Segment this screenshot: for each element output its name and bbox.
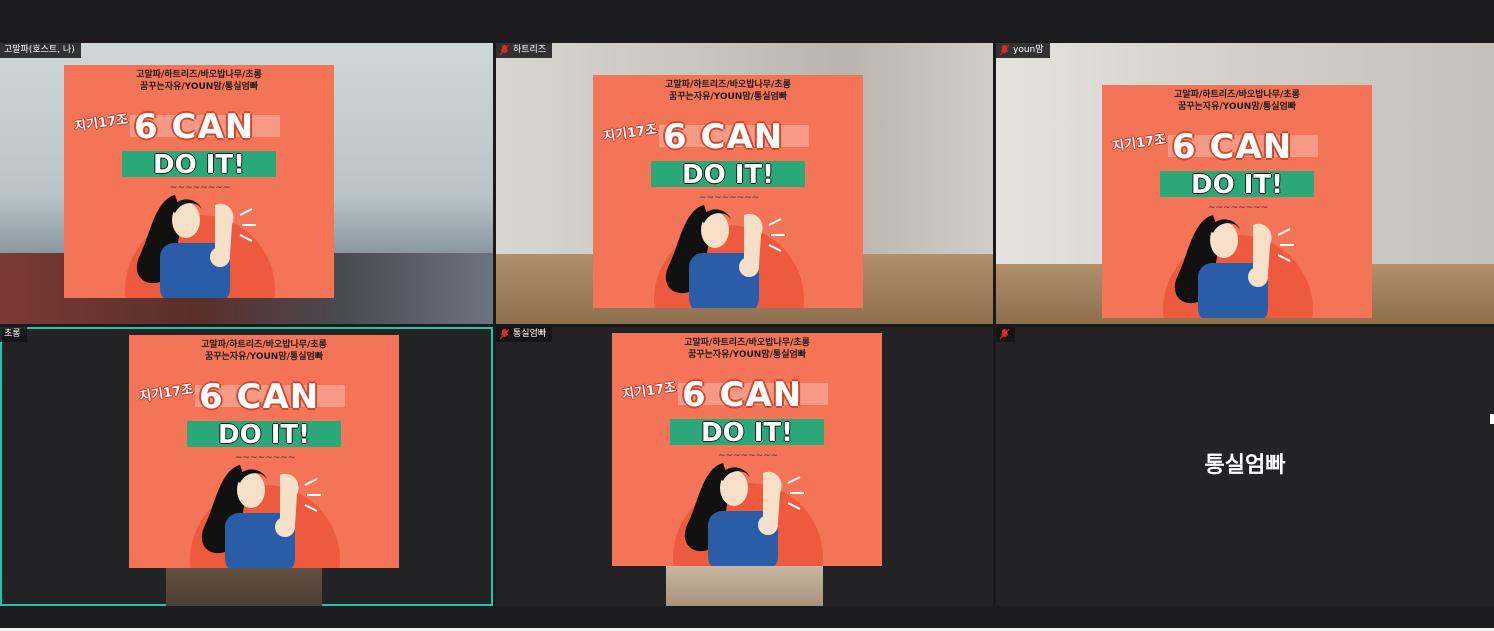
poster-header: 고말파/하트리즈/바오밥나무/초롱 꿈꾸는자유/YOUN맘/통실엄빠 xyxy=(665,80,791,102)
poster-title-doit: DO IT! xyxy=(670,419,824,447)
participant-tile[interactable]: 고말파(호스트, 나) 고말파/하트리즈/바오밥나무/초롱 꿈꾸는자유/YOUN맘… xyxy=(0,43,493,324)
poster-title-doit: DO IT! xyxy=(122,151,276,179)
participant-display-name: 통실엄빠 xyxy=(1204,453,1286,478)
poster-image: 고말파/하트리즈/바오밥나무/초롱 꿈꾸는자유/YOUN맘/통실엄빠 지기17조 … xyxy=(64,65,334,298)
participant-tile[interactable]: youn맘 고말파/하트리즈/바오밥나무/초롱 꿈꾸는자유/YOUN맘/통실엄빠 … xyxy=(996,43,1494,324)
participant-tile[interactable]: 통실엄빠 고말파/하트리즈/바오밥나무/초롱 꿈꾸는자유/YOUN맘/통실엄빠 지… xyxy=(496,327,993,606)
mic-muted-icon xyxy=(500,45,509,56)
poster-group: 지기17조 xyxy=(138,382,195,405)
woman-illustration xyxy=(190,465,340,568)
poster-squiggle: ~~~~~~~~ xyxy=(699,193,760,203)
poster-title-doit: DO IT! xyxy=(651,161,805,189)
poster-squiggle: ~~~~~~~~ xyxy=(170,183,231,193)
poster-squiggle: ~~~~~~~~ xyxy=(718,451,779,461)
poster-header: 고말파/하트리즈/바오밥나무/초롱 꿈꾸는자유/YOUN맘/통실엄빠 xyxy=(136,70,262,92)
participant-tile[interactable]: 하트리즈 고말파/하트리즈/바오밥나무/초롱 꿈꾸는자유/YOUN맘/통실엄빠 지… xyxy=(496,43,993,324)
participant-name: youn맘 xyxy=(1013,45,1044,55)
participant-video xyxy=(666,562,823,606)
poster-squiggle: ~~~~~~~~ xyxy=(235,453,296,463)
mic-muted-icon xyxy=(1000,329,1009,340)
poster-title-can: 6 CAN xyxy=(682,375,803,415)
poster-group: 지기17조 xyxy=(73,112,130,135)
poster-image: 고말파/하트리즈/바오밥나무/초롱 꿈꾸는자유/YOUN맘/통실엄빠 지기17조 … xyxy=(1102,85,1372,318)
participant-tile[interactable]: 통실엄빠 xyxy=(996,327,1494,606)
participant-name-tag: 통실엄빠 xyxy=(496,327,553,342)
participant-name-tag xyxy=(996,327,1015,342)
participant-name-tag: 하트리즈 xyxy=(496,43,553,58)
mic-muted-icon xyxy=(1000,45,1009,56)
poster-header: 고말파/하트리즈/바오밥나무/초롱 꿈꾸는자유/YOUN맘/통실엄빠 xyxy=(201,340,327,362)
woman-illustration xyxy=(673,463,823,566)
woman-illustration xyxy=(654,205,804,308)
woman-illustration xyxy=(125,195,275,298)
poster-title-can: 6 CAN xyxy=(199,377,320,417)
poster-image: 고말파/하트리즈/바오밥나무/초롱 꿈꾸는자유/YOUN맘/통실엄빠 지기17조 … xyxy=(593,75,863,308)
woman-illustration xyxy=(1163,215,1313,318)
poster-title-can: 6 CAN xyxy=(663,117,784,157)
poster-title-doit: DO IT! xyxy=(1160,171,1314,199)
cursor xyxy=(1490,414,1494,424)
poster-title-can: 6 CAN xyxy=(134,107,255,147)
mic-muted-icon xyxy=(500,329,509,340)
video-grid: 고말파(호스트, 나) 고말파/하트리즈/바오밥나무/초롱 꿈꾸는자유/YOUN맘… xyxy=(0,43,1494,606)
poster-header: 고말파/하트리즈/바오밥나무/초롱 꿈꾸는자유/YOUN맘/통실엄빠 xyxy=(1174,90,1300,112)
poster-title-can: 6 CAN xyxy=(1172,127,1293,167)
participant-name-tag: youn맘 xyxy=(996,43,1050,58)
poster-header: 고말파/하트리즈/바오밥나무/초롱 꿈꾸는자유/YOUN맘/통실엄빠 xyxy=(684,338,810,360)
participant-name-tag: 초롱 xyxy=(0,327,27,342)
poster-group: 지기17조 xyxy=(602,122,659,145)
top-bar xyxy=(0,0,1494,43)
poster-group: 지기17조 xyxy=(621,380,678,403)
participant-name: 하트리즈 xyxy=(513,45,547,55)
poster-title-doit: DO IT! xyxy=(187,421,341,449)
bottom-bar xyxy=(0,606,1494,631)
participant-name: 고말파(호스트, 나) xyxy=(4,45,75,55)
poster-image: 고말파/하트리즈/바오밥나무/초롱 꿈꾸는자유/YOUN맘/통실엄빠 지기17조 … xyxy=(612,333,882,566)
poster-group: 지기17조 xyxy=(1111,132,1168,155)
participant-name: 통실엄빠 xyxy=(513,329,547,339)
participant-name-tag: 고말파(호스트, 나) xyxy=(0,43,81,58)
participant-name: 초롱 xyxy=(4,329,21,339)
poster-image: 고말파/하트리즈/바오밥나무/초롱 꿈꾸는자유/YOUN맘/통실엄빠 지기17조 … xyxy=(129,335,399,568)
poster-squiggle: ~~~~~~~~ xyxy=(1208,203,1269,213)
participant-tile[interactable]: 초롱 고말파/하트리즈/바오밥나무/초롱 꿈꾸는자유/YOUN맘/통실엄빠 지기1… xyxy=(0,327,493,606)
